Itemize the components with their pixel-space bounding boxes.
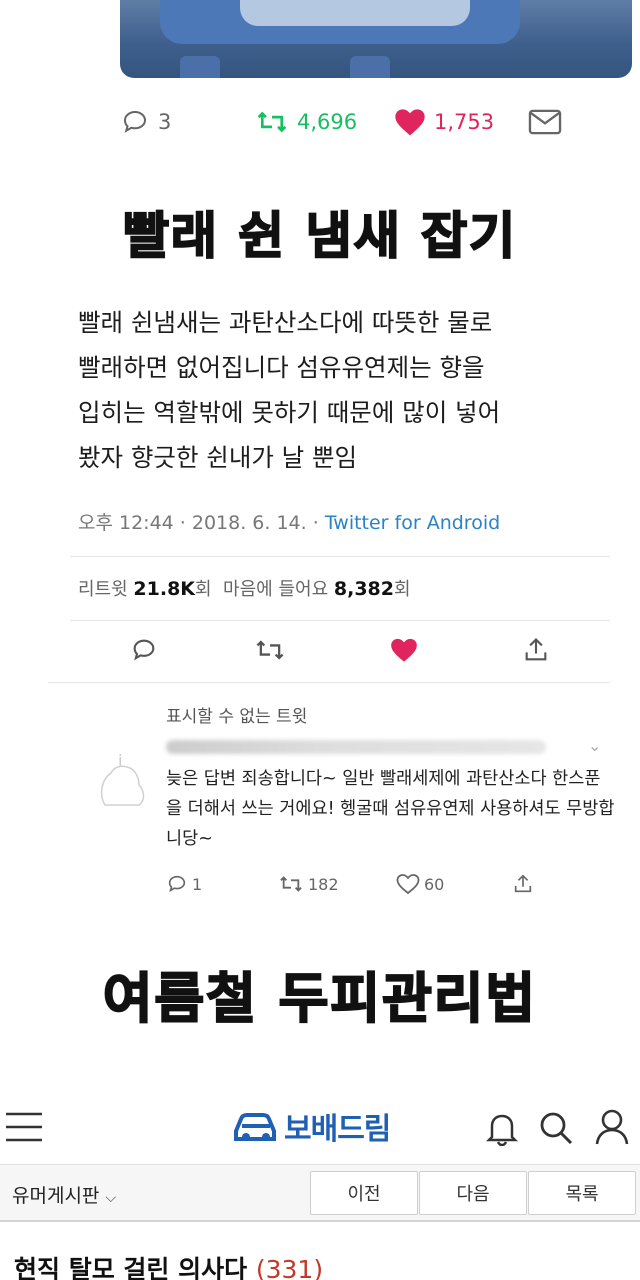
post-title-text: 현직 탈모 걸린 의사다	[14, 1255, 248, 1280]
board-name: 유머게시판	[12, 1185, 100, 1207]
like-unit: 회	[393, 579, 411, 600]
tweet-body: 빨래 쉰냄새는 과탄산소다에 따뜻한 물로 빨래하면 없어집니다 섬유유연제는 …	[78, 300, 608, 480]
retweet-action[interactable]	[254, 632, 286, 668]
user-icon[interactable]	[594, 1108, 630, 1146]
tweet-line: 빨래 쉰냄새는 과탄산소다에 따뜻한 물로	[78, 308, 493, 337]
photo-lid-highlight	[240, 0, 470, 26]
heart-icon	[391, 638, 417, 662]
list-button[interactable]: 목록	[528, 1171, 636, 1215]
prev-button[interactable]: 이전	[310, 1171, 418, 1215]
blurred-username	[166, 740, 546, 754]
chevron-down-icon: ⌵	[105, 1190, 117, 1206]
reply-text: 늦은 답변 죄송합니다~ 일반 빨래세제에 과탄산소다 한스푼을 더해서 쓰는 …	[166, 769, 615, 849]
bell-icon[interactable]	[486, 1110, 518, 1146]
retweet-icon	[256, 640, 284, 660]
retweet-count: 182	[308, 874, 339, 894]
reply-action[interactable]: 1	[166, 870, 202, 898]
tweet-photo[interactable]	[120, 0, 632, 78]
car-logo-icon	[234, 1113, 276, 1141]
reply-icon	[168, 875, 186, 893]
reply-icon	[133, 639, 155, 661]
tweet-line: 입히는 역할밖에 못하기 때문에 많이 넣어	[78, 398, 501, 427]
search-icon[interactable]	[538, 1110, 574, 1146]
section-headline: 여름철 두피관리법	[102, 966, 538, 1031]
mail-icon	[528, 109, 562, 135]
photo-clip	[180, 56, 220, 78]
divider	[70, 620, 610, 621]
like-label: 마음에 들어요	[223, 579, 329, 600]
avatar: i	[100, 751, 145, 806]
share-icon	[525, 638, 547, 661]
tweet-meta: 오후 12:44 · 2018. 6. 14. · Twitter for An…	[78, 508, 500, 535]
tweet-line: 빨래하면 없어집니다 섬유유연제는 향을	[78, 353, 485, 382]
retweet-action[interactable]: 182	[278, 870, 339, 898]
reply-count: 3	[158, 110, 172, 134]
reply-count: 1	[192, 874, 203, 894]
retweet-action[interactable]: 4,696	[255, 104, 357, 140]
reply-tweet[interactable]: i 표시할 수 없는 트윗 ⌄ 늦은 답변 죄송합니다~ 일반 빨래세제에 과탄…	[80, 690, 620, 910]
divider	[48, 682, 610, 683]
tweet-line: 봤자 향긋한 쉰내가 날 뿐임	[78, 443, 358, 472]
board-nav-bar: 유머게시판 ⌵ 이전 다음 목록	[0, 1164, 640, 1222]
share-icon	[514, 874, 532, 893]
divider	[70, 556, 610, 557]
tweet-stats: 리트윗 21.8K회 마음에 들어요 8,382회	[78, 575, 411, 601]
heart-outline-icon	[396, 874, 420, 895]
board-selector[interactable]: 유머게시판 ⌵	[12, 1181, 116, 1208]
post-title[interactable]: 현직 탈모 걸린 의사다 (331)	[14, 1250, 323, 1280]
logo-text: 보배드림	[284, 1112, 391, 1147]
retweet-icon	[257, 111, 287, 133]
share-action[interactable]	[512, 870, 534, 898]
menu-icon[interactable]	[4, 1110, 44, 1144]
retweet-unit: 회	[195, 579, 212, 600]
retweet-count: 4,696	[297, 110, 358, 134]
tweet-timestamp: 오후 12:44 · 2018. 6. 14. ·	[78, 512, 325, 534]
section-headline: 빨래 쉰 냄새 잡기	[122, 206, 518, 266]
app-header: 보배드림	[0, 1100, 640, 1156]
reply-action[interactable]: 3	[120, 104, 171, 140]
heart-icon	[395, 109, 425, 136]
tweet-client-link[interactable]: Twitter for Android	[325, 512, 500, 534]
retweet-icon	[280, 876, 302, 892]
tweet-action-bar: 3 4,696 1,753	[0, 104, 640, 140]
like-total[interactable]: 8,382	[334, 578, 394, 600]
chevron-down-icon[interactable]: ⌄	[588, 736, 601, 755]
reply-icon	[123, 110, 147, 133]
like-count: 1,753	[434, 110, 495, 134]
next-button[interactable]: 다음	[419, 1171, 527, 1215]
like-action[interactable]	[390, 632, 418, 668]
comment-count: (331)	[255, 1255, 324, 1280]
tweet-detail-actions	[0, 632, 640, 668]
reply-action-bar: 1 182 60	[166, 870, 606, 898]
share-action[interactable]	[522, 632, 550, 668]
like-count: 60	[424, 874, 445, 894]
like-action[interactable]: 60	[396, 870, 444, 898]
like-action[interactable]: 1,753	[394, 104, 494, 140]
dm-action[interactable]	[528, 104, 562, 140]
reply-action[interactable]	[130, 632, 158, 668]
photo-clip	[350, 56, 390, 78]
retweet-total[interactable]: 21.8K	[133, 578, 195, 600]
hidden-tweet-label: 표시할 수 없는 트윗	[166, 707, 308, 727]
site-logo[interactable]: 보배드림	[232, 1104, 391, 1148]
retweet-label: 리트윗	[78, 579, 128, 600]
